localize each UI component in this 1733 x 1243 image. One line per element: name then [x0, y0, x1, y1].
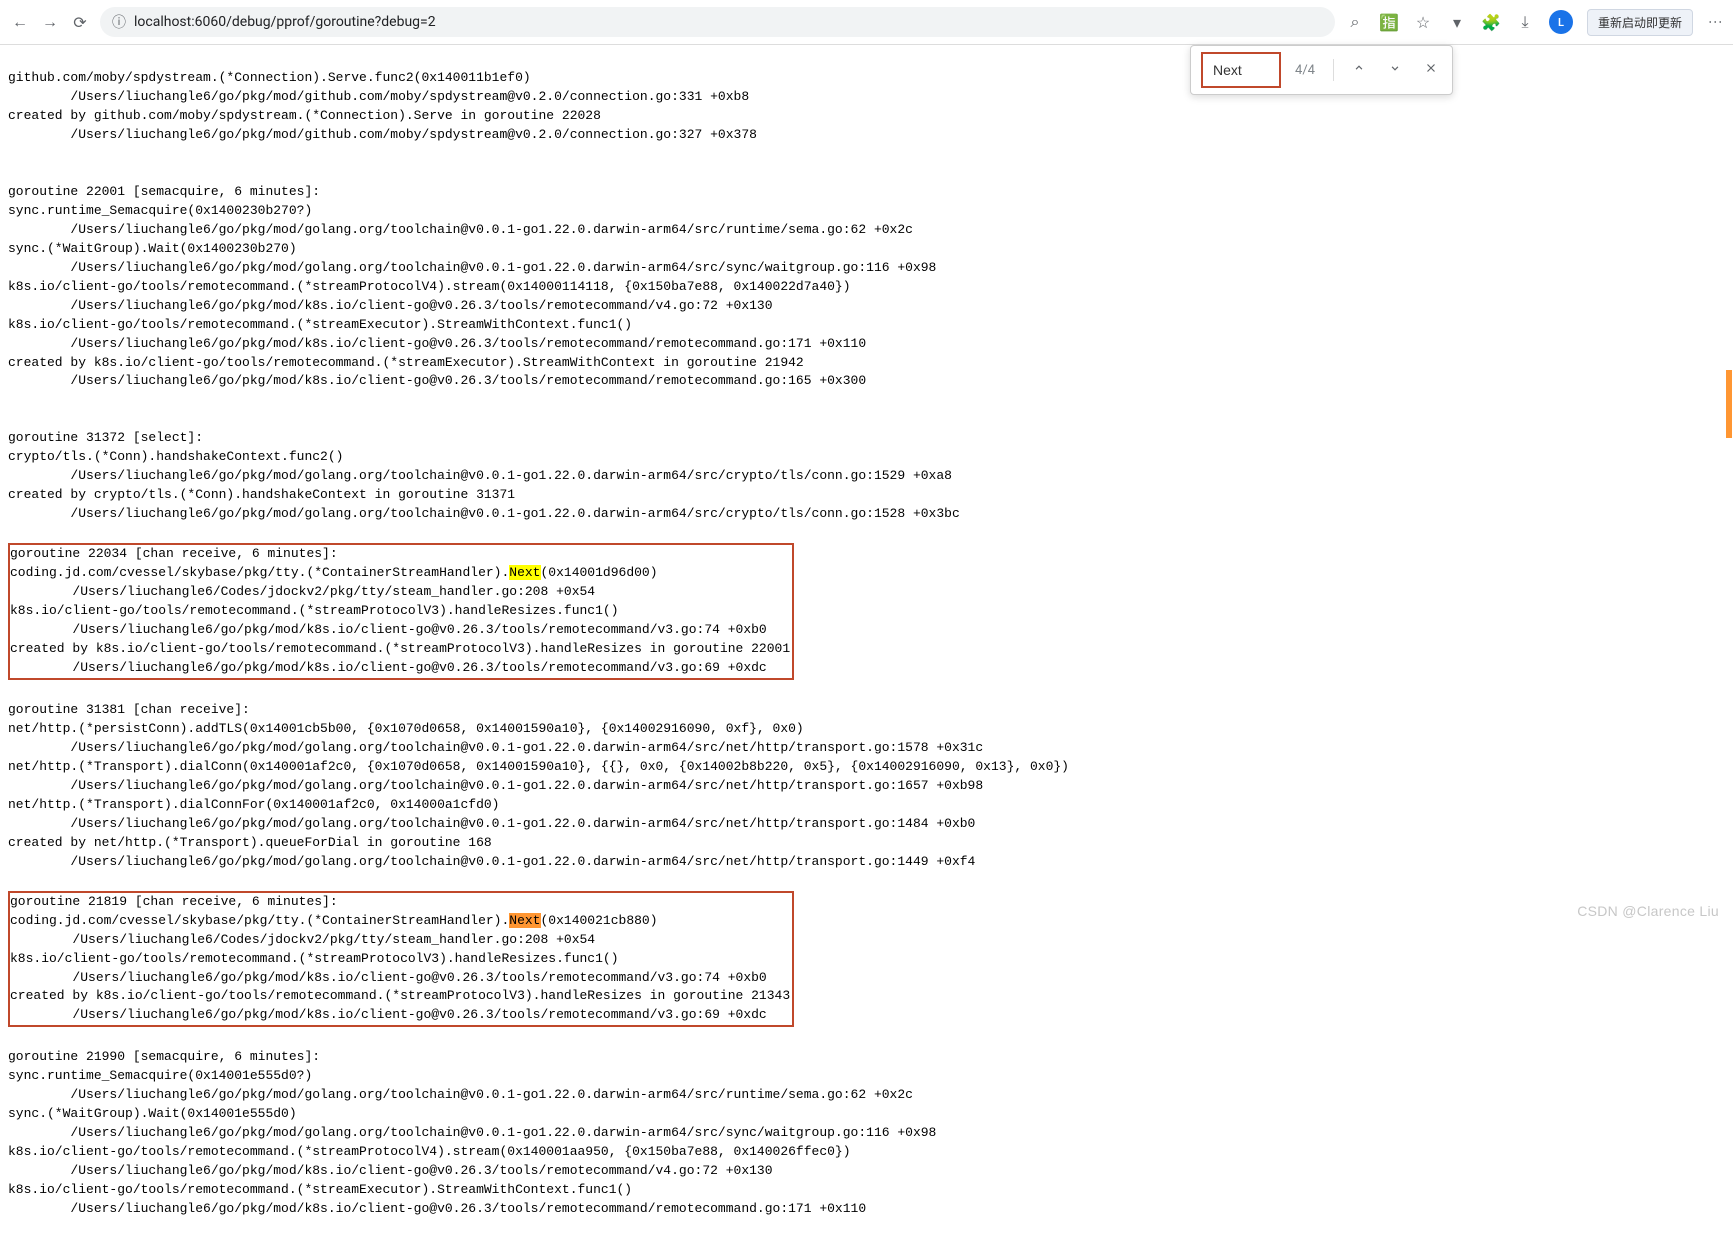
profile-avatar[interactable]: L [1549, 10, 1573, 34]
toolbar-right-icons: ⌕ 🈯 ☆ ▾ 🧩 ⤓ L 重新启动即更新 ⋮ [1345, 9, 1723, 36]
goroutine-block: goroutine 31381 [chan receive]: net/http… [8, 701, 1725, 872]
find-input-highlight [1201, 52, 1281, 88]
back-button[interactable]: ← [10, 12, 30, 32]
lens-icon[interactable]: ⌕ [1345, 12, 1365, 32]
goroutine-highlight-box: goroutine 21819 [chan receive, 6 minutes… [8, 891, 794, 1028]
close-icon [1424, 61, 1438, 75]
find-result-count: 4/4 [1295, 63, 1315, 78]
goroutine-block: goroutine 21819 [chan receive, 6 minutes… [10, 893, 790, 1026]
text: goroutine 22034 [chan receive, 6 minutes… [10, 546, 509, 580]
scrollbar-find-marker [1726, 430, 1732, 438]
text: goroutine 21819 [chan receive, 6 minutes… [10, 894, 509, 928]
site-info-icon[interactable]: ⓘ [112, 12, 126, 32]
goroutine-block: goroutine 31372 [select]: crypto/tls.(*C… [8, 429, 1725, 524]
scrollbar-find-marker [1726, 370, 1732, 430]
bookmark-star-icon[interactable]: ☆ [1413, 13, 1433, 32]
find-close-button[interactable] [1420, 59, 1442, 81]
find-next-button[interactable] [1384, 59, 1406, 81]
chevron-down-icon [1388, 61, 1402, 75]
url-text: localhost:6060/debug/pprof/goroutine?deb… [134, 14, 436, 30]
extensions-puzzle-icon[interactable]: 🧩 [1481, 13, 1501, 32]
goroutine-block: github.com/moby/spdystream.(*Connection)… [8, 69, 1725, 145]
browser-toolbar: ← → ⟳ ⓘ localhost:6060/debug/pprof/gorou… [0, 0, 1733, 45]
goroutine-block: goroutine 22034 [chan receive, 6 minutes… [10, 545, 790, 678]
find-hit: Next [509, 565, 540, 580]
translate-icon[interactable]: 🈯 [1379, 13, 1399, 32]
url-bar[interactable]: ⓘ localhost:6060/debug/pprof/goroutine?d… [100, 7, 1335, 37]
watermark-text: CSDN @Clarence Liu [1577, 903, 1719, 919]
goroutine-block: goroutine 22001 [semacquire, 6 minutes]:… [8, 183, 1725, 392]
goroutine-dump-content[interactable]: github.com/moby/spdystream.(*Connection)… [0, 45, 1733, 1243]
reload-button[interactable]: ⟳ [70, 12, 90, 32]
relaunch-update-button[interactable]: 重新启动即更新 [1587, 9, 1693, 36]
chevron-up-icon [1352, 61, 1366, 75]
find-current-hit: Next [509, 913, 540, 928]
find-in-page-bar: 4/4 [1190, 45, 1453, 95]
downloads-icon[interactable]: ⤓ [1515, 12, 1535, 32]
text: (0x14001d96d00) /Users/liuchangle6/Codes… [10, 565, 790, 675]
forward-button[interactable]: → [40, 12, 60, 32]
text: (0x140021cb880) /Users/liuchangle6/Codes… [10, 913, 790, 1023]
find-prev-button[interactable] [1348, 59, 1370, 81]
find-divider [1333, 59, 1334, 81]
find-input[interactable] [1213, 62, 1269, 78]
goroutine-block: goroutine 21990 [semacquire, 6 minutes]:… [8, 1048, 1725, 1219]
goroutine-highlight-box: goroutine 22034 [chan receive, 6 minutes… [8, 543, 794, 680]
overflow-menu-icon[interactable]: ⋮ [1707, 15, 1723, 30]
download-arrow-icon[interactable]: ▾ [1447, 13, 1467, 32]
